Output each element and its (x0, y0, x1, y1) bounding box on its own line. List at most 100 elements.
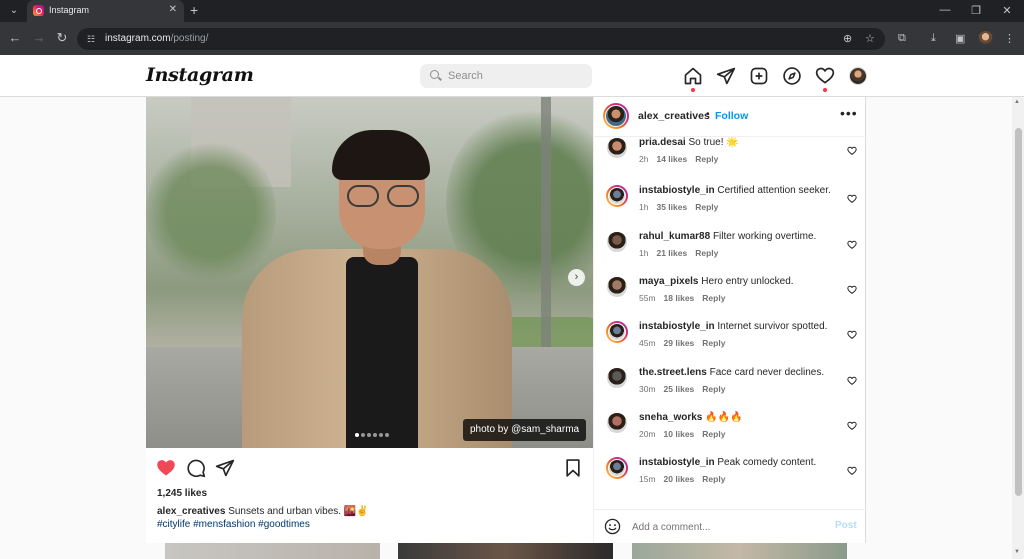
add-comment-input[interactable] (632, 519, 822, 535)
comment-likes[interactable]: 21 likes (656, 248, 687, 258)
home-icon[interactable] (683, 66, 703, 86)
comment-like-icon[interactable] (847, 418, 857, 430)
comment-likes[interactable]: 29 likes (664, 338, 695, 348)
more-options-icon[interactable]: ••• (840, 105, 858, 121)
photo-credit[interactable]: photo by @sam_sharma (463, 419, 587, 441)
browser-tab-instagram[interactable]: Instagram ✕ (27, 0, 184, 22)
back-icon[interactable]: ← (7, 31, 23, 45)
commenter-avatar[interactable] (606, 276, 628, 298)
scrollbar-thumb[interactable] (1015, 128, 1022, 496)
tab-search-icon[interactable]: ⌄ (6, 3, 22, 19)
next-post-thumbnail[interactable] (398, 543, 613, 559)
comment-likes[interactable]: 14 likes (656, 154, 687, 164)
emoji-icon[interactable] (604, 518, 621, 535)
commenter-username[interactable]: sneha_works (639, 412, 702, 423)
zoom-icon[interactable]: ⊕ (843, 32, 852, 45)
comment-like-icon[interactable] (847, 463, 857, 475)
direct-message-icon[interactable] (716, 66, 736, 86)
post-photo[interactable] (146, 97, 593, 448)
explore-icon[interactable] (782, 66, 802, 86)
comment-likes[interactable]: 25 likes (664, 384, 695, 394)
comment-like-icon[interactable] (847, 373, 857, 385)
caption-author[interactable]: alex_creatives (157, 506, 225, 517)
browser-menu-icon[interactable]: ⋮ (1004, 32, 1015, 45)
carousel-dot (385, 433, 389, 437)
next-post-thumbnail[interactable] (165, 543, 380, 559)
comment-likes[interactable]: 20 likes (664, 474, 695, 484)
comment-likes[interactable]: 35 likes (656, 202, 687, 212)
commenter-avatar[interactable] (606, 367, 628, 389)
url-text[interactable]: instagram.com/posting/ (105, 33, 208, 44)
reply-button[interactable]: Reply (695, 202, 718, 212)
commenter-username[interactable]: instabiostyle_in (639, 321, 715, 332)
scroll-up-icon[interactable]: ▲ (1014, 99, 1020, 105)
likes-count[interactable]: 1,245 likes (157, 488, 207, 499)
comment-likes[interactable]: 18 likes (664, 293, 695, 303)
search-box[interactable] (420, 64, 592, 88)
comment-like-icon[interactable] (847, 237, 857, 249)
next-post-thumbnail[interactable] (632, 543, 847, 559)
reply-button[interactable]: Reply (695, 154, 718, 164)
extensions-icon[interactable]: ⧉ (898, 32, 906, 45)
comment-text: maya_pixels Hero entry unlocked. (639, 276, 794, 287)
author-username[interactable]: alex_creatives (638, 110, 710, 122)
comment-like-icon[interactable] (847, 191, 857, 203)
like-heart-icon[interactable] (156, 458, 176, 478)
carousel-next-icon[interactable]: › (568, 269, 585, 286)
window-close-icon[interactable]: ✕ (999, 4, 1015, 17)
restore-icon[interactable]: ❐ (968, 4, 984, 17)
commenter-avatar[interactable] (606, 185, 628, 207)
comment-like-icon[interactable] (847, 143, 857, 155)
reply-button[interactable]: Reply (702, 384, 725, 394)
comment-likes[interactable]: 10 likes (664, 429, 695, 439)
scroll-down-icon[interactable]: ▼ (1014, 549, 1020, 555)
download-icon[interactable]: ⤓ (931, 32, 936, 45)
comment-like-icon[interactable] (847, 282, 857, 294)
comment-like-icon[interactable] (847, 327, 857, 339)
commenter-avatar[interactable] (606, 457, 628, 479)
post-comment-button[interactable]: Post (835, 520, 857, 531)
commenter-username[interactable]: pria.desai (639, 137, 686, 148)
follow-button[interactable]: Follow (715, 110, 748, 122)
commenter-username[interactable]: the.street.lens (639, 367, 707, 378)
reply-button[interactable]: Reply (695, 248, 718, 258)
commenter-avatar[interactable] (606, 412, 628, 434)
comment-meta: 20m 10 likes Reply (639, 429, 725, 439)
notifications-heart-icon[interactable] (815, 66, 835, 86)
comment-row: instabiostyle_in Internet survivor spott… (594, 317, 867, 361)
instagram-logo[interactable]: Instagram (146, 64, 254, 86)
share-icon[interactable] (215, 458, 235, 478)
commenter-username[interactable]: instabiostyle_in (639, 457, 715, 468)
post-hashtags[interactable]: #citylife #mensfashion #goodtimes (157, 519, 310, 530)
tab-close-icon[interactable]: ✕ (169, 4, 177, 15)
save-bookmark-icon[interactable] (563, 458, 583, 478)
commenter-avatar[interactable] (606, 321, 628, 343)
minimize-icon[interactable]: — (937, 4, 953, 16)
browser-profile-avatar[interactable] (978, 31, 993, 46)
address-bar[interactable]: ☷ instagram.com/posting/ ⊕ ☆ (77, 28, 885, 50)
reply-button[interactable]: Reply (702, 338, 725, 348)
commenter-avatar[interactable] (606, 231, 628, 253)
comment-meta: 55m 18 likes Reply (639, 293, 725, 303)
new-tab-icon[interactable]: + (190, 2, 198, 18)
commenter-username[interactable]: maya_pixels (639, 276, 699, 287)
reply-button[interactable]: Reply (702, 474, 725, 484)
commenter-username[interactable]: rahul_kumar88 (639, 231, 710, 242)
profile-avatar[interactable] (849, 67, 867, 85)
glasses (344, 185, 422, 207)
forward-icon[interactable]: → (31, 31, 47, 45)
comment-icon[interactable] (186, 458, 206, 478)
commenter-username[interactable]: instabiostyle_in (639, 185, 715, 196)
reply-button[interactable]: Reply (702, 293, 725, 303)
search-input[interactable] (448, 67, 588, 85)
site-info-icon[interactable]: ☷ (85, 33, 97, 45)
reply-button[interactable]: Reply (702, 429, 725, 439)
bookmark-star-icon[interactable]: ☆ (865, 32, 875, 45)
author-avatar[interactable] (603, 103, 629, 129)
reload-icon[interactable]: ↻ (54, 31, 70, 45)
create-post-icon[interactable] (749, 66, 769, 86)
comment-row: instabiostyle_in Certified attention see… (594, 181, 867, 225)
sidebar-icon[interactable]: ▣ (955, 32, 965, 45)
carousel-dot (361, 433, 365, 437)
commenter-avatar[interactable] (606, 137, 628, 159)
